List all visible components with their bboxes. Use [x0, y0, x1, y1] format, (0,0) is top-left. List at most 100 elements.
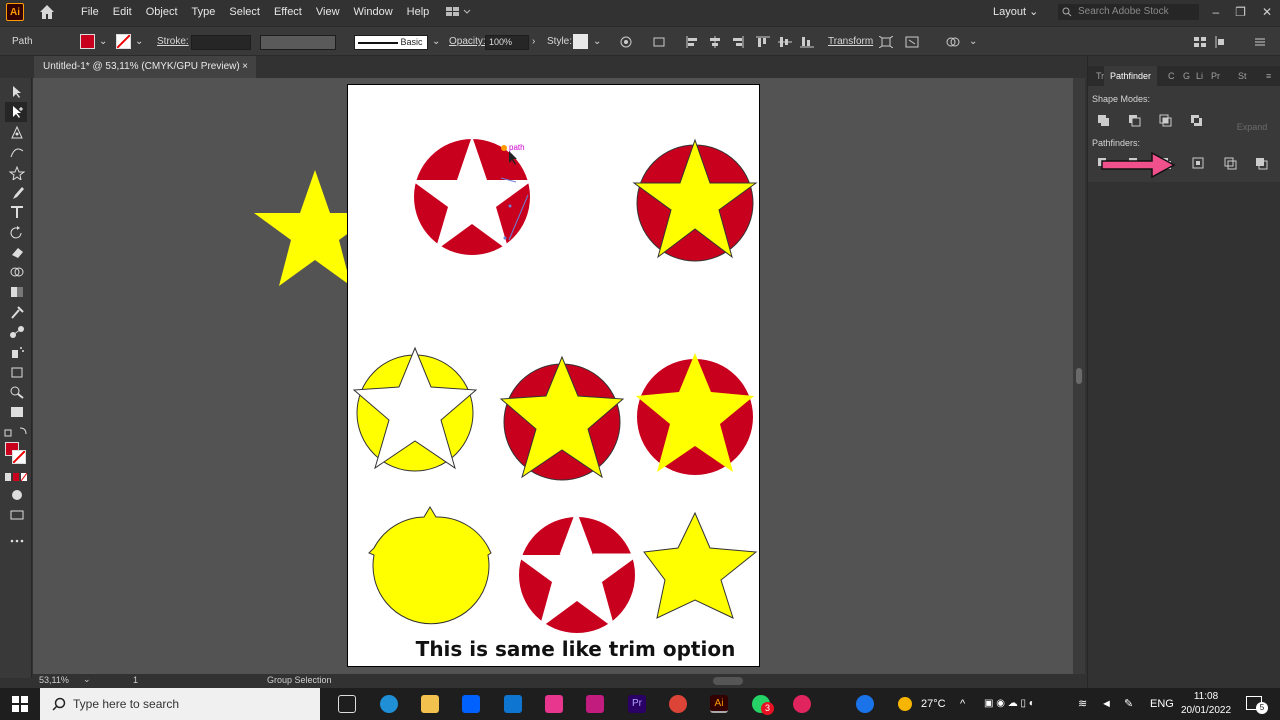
align-bottom-icon[interactable]: [800, 36, 814, 48]
opacity-label[interactable]: Opacity:: [449, 27, 486, 57]
direct-selection-tool-icon[interactable]: [9, 105, 25, 119]
trimmed-star-shape[interactable]: [643, 511, 758, 619]
vertical-scroll-thumb[interactable]: [1076, 368, 1082, 384]
menu-help[interactable]: Help: [400, 0, 437, 24]
pen-tool-icon[interactable]: [9, 125, 25, 139]
expand-button[interactable]: Expand: [1232, 120, 1272, 134]
menu-select[interactable]: Select: [222, 0, 267, 24]
arrange-documents-button[interactable]: [446, 6, 472, 18]
paintbrush-tool-icon[interactable]: [9, 186, 25, 200]
close-tab-icon[interactable]: ×: [242, 56, 248, 78]
curvature-tool-icon[interactable]: [9, 145, 25, 159]
tab-gradient[interactable]: G: [1183, 66, 1190, 86]
draw-mode-icon[interactable]: [9, 488, 25, 502]
menu-file[interactable]: File: [74, 0, 106, 24]
vertical-scrollbar[interactable]: [1073, 78, 1085, 674]
brush-chevron-icon[interactable]: ⌄: [432, 27, 440, 57]
task-view-icon[interactable]: [338, 695, 356, 713]
align-to-icon[interactable]: [653, 36, 667, 48]
type-tool-icon[interactable]: [9, 205, 25, 219]
yellow-circle-shape[interactable]: [368, 506, 492, 625]
circle-star-divide-shape[interactable]: [499, 355, 625, 481]
notification-center-icon[interactable]: 5: [1246, 696, 1268, 714]
tab-properties[interactable]: Pr: [1211, 66, 1220, 86]
align-center-icon[interactable]: [708, 36, 722, 48]
tab-color[interactable]: C: [1168, 66, 1175, 86]
fill-swatch[interactable]: [80, 34, 95, 49]
graphic-style-swatch[interactable]: [573, 34, 588, 49]
volume-icon[interactable]: ◄: [1101, 688, 1112, 720]
illustrator-taskbar-icon[interactable]: Ai: [710, 695, 728, 713]
artboard-tool-icon[interactable]: [9, 365, 25, 379]
style-chevron-icon[interactable]: ⌄: [593, 27, 601, 57]
circle-minus-star-shape[interactable]: [411, 136, 533, 255]
change-screen-mode-icon[interactable]: [9, 508, 25, 522]
menu-edit[interactable]: Edit: [106, 0, 139, 24]
tab-transform[interactable]: Tr: [1096, 66, 1104, 86]
whatsapp-icon[interactable]: 3: [752, 695, 774, 715]
swap-fill-stroke-icon[interactable]: [4, 426, 28, 440]
screen-recorder-icon[interactable]: [586, 695, 604, 713]
align-top-icon[interactable]: [756, 36, 770, 48]
eraser-tool-icon[interactable]: [9, 245, 25, 259]
symbol-sprayer-tool-icon[interactable]: [9, 345, 25, 359]
mail-icon[interactable]: [504, 695, 522, 713]
adobe-indesign-icon[interactable]: [545, 695, 563, 713]
artboard[interactable]: path This is same like trim option: [347, 84, 760, 667]
trimmed-circle-shape[interactable]: [515, 511, 639, 633]
panel-menu-icon[interactable]: [1253, 36, 1267, 48]
align-middle-icon[interactable]: [778, 36, 792, 48]
recorder-icon[interactable]: [793, 695, 811, 713]
minus-front-icon[interactable]: [1128, 114, 1141, 127]
selection-tool-icon[interactable]: [9, 85, 25, 99]
opacity-arrow-icon[interactable]: ›: [532, 27, 535, 57]
pen-icon[interactable]: ✎: [1124, 688, 1133, 720]
blend-tool-icon[interactable]: [9, 325, 25, 339]
file-explorer-icon[interactable]: [421, 695, 439, 713]
rotate-tool-icon[interactable]: [9, 226, 25, 240]
circle-star-merge-shape[interactable]: [636, 353, 754, 475]
stroke-label[interactable]: Stroke:: [157, 27, 189, 57]
arrange-icon[interactable]: [1193, 36, 1207, 48]
stroke-color-box[interactable]: [12, 450, 26, 464]
panel-options-icon[interactable]: ≡: [1266, 66, 1271, 86]
distribute-icon[interactable]: [1215, 36, 1229, 48]
tab-pathfinder[interactable]: Pathfinder: [1104, 66, 1158, 86]
tab-stroke[interactable]: St: [1238, 66, 1247, 86]
eyedropper-tool-icon[interactable]: [9, 305, 25, 319]
shape-builder-options-icon[interactable]: [905, 36, 919, 48]
pathfinder-options-icon[interactable]: [946, 36, 960, 48]
home-icon[interactable]: [38, 3, 56, 21]
fill-chevron-icon[interactable]: ⌄: [99, 27, 107, 57]
crop-icon[interactable]: [1192, 157, 1205, 170]
control-chevron-icon[interactable]: ⌄: [969, 27, 977, 57]
align-left-icon[interactable]: [686, 36, 700, 48]
artboard-number[interactable]: 1: [133, 675, 138, 685]
unite-icon[interactable]: [1097, 114, 1110, 127]
language-indicator[interactable]: ENG: [1150, 688, 1174, 720]
opacity-field[interactable]: 100%: [485, 35, 529, 50]
close-icon[interactable]: ✕: [1262, 5, 1272, 19]
workspace-switcher[interactable]: Layout ⌄: [993, 0, 1038, 24]
document-tab[interactable]: Untitled-1* @ 53,11% (CMYK/GPU Preview) …: [34, 56, 256, 78]
tray-chevron-icon[interactable]: ^: [960, 688, 965, 720]
help-icon[interactable]: [856, 695, 874, 713]
dropbox-icon[interactable]: [462, 695, 480, 713]
windows-start-icon[interactable]: [12, 696, 28, 712]
screen-mode-icon[interactable]: [9, 405, 25, 419]
minus-back-icon[interactable]: [1255, 157, 1268, 170]
menu-view[interactable]: View: [309, 0, 347, 24]
circle-minus-front-shape[interactable]: [352, 346, 478, 472]
chrome-icon[interactable]: [669, 695, 687, 713]
tab-links[interactable]: Li: [1196, 66, 1203, 86]
horizontal-scroll-thumb[interactable]: [713, 677, 743, 685]
menu-effect[interactable]: Effect: [267, 0, 309, 24]
isolate-icon[interactable]: [879, 36, 893, 48]
weather-icon[interactable]: [898, 697, 912, 711]
stroke-chevron-icon[interactable]: ⌄: [135, 27, 143, 57]
tray-icons[interactable]: ▣ ◉ ☁ ▯ ◐: [984, 688, 1035, 720]
zoom-tool-icon[interactable]: [9, 385, 25, 399]
search-stock-input[interactable]: Search Adobe Stock: [1058, 4, 1199, 20]
exclude-icon[interactable]: [1190, 114, 1203, 127]
clock[interactable]: 11:08 20/01/2022: [1180, 690, 1232, 718]
